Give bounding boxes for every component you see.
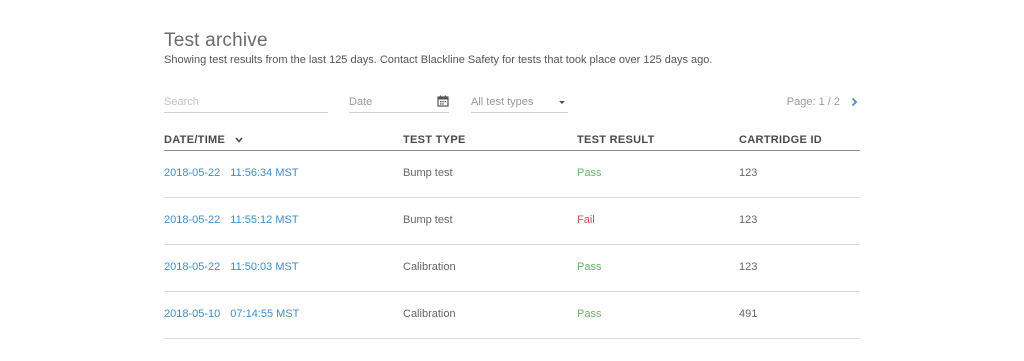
results-table: DATE/TIME TEST TYPE TEST RESULT CARTRIDG…: [164, 130, 860, 339]
time-text: 11:50:03 MST: [230, 261, 299, 273]
search-input[interactable]: [164, 92, 328, 113]
datetime-link[interactable]: 2018-05-10 07:14:55 MST: [164, 308, 299, 320]
test-result-cell: Pass: [577, 261, 602, 273]
date-text: 2018-05-22: [164, 167, 221, 179]
table-row: 2018-05-10 07:14:55 MST Calibration Pass …: [164, 292, 860, 339]
table-row: 2018-05-22 11:55:12 MST Bump test Fail 12…: [164, 198, 860, 245]
test-type-cell: Bump test: [403, 214, 453, 226]
chevron-down-icon[interactable]: [234, 137, 243, 143]
cartridge-id-cell: 123: [739, 261, 758, 273]
date-filter-label: Date: [349, 96, 373, 108]
table-row: 2018-05-22 11:56:34 MST Bump test Pass 12…: [164, 151, 860, 198]
column-header-cartridge-id: CARTRIDGE ID: [739, 134, 823, 146]
test-result-cell: Pass: [577, 308, 602, 320]
test-result-cell: Pass: [577, 167, 602, 179]
cartridge-id-cell: 491: [739, 308, 758, 320]
test-type-cell: Calibration: [403, 308, 456, 320]
date-filter[interactable]: Date: [349, 92, 449, 113]
test-type-select-label: All test types: [471, 96, 534, 108]
test-type-cell: Calibration: [403, 261, 456, 273]
test-archive-panel: Test archive Showing test results from t…: [164, 0, 860, 361]
datetime-link[interactable]: 2018-05-22 11:55:12 MST: [164, 214, 299, 226]
table-header: DATE/TIME TEST TYPE TEST RESULT CARTRIDG…: [164, 130, 860, 151]
test-type-select[interactable]: All test types: [471, 92, 568, 113]
test-type-cell: Bump test: [403, 167, 453, 179]
page-indicator: Page: 1 / 2: [786, 96, 840, 108]
date-text: 2018-05-22: [164, 261, 221, 273]
cartridge-id-cell: 123: [739, 167, 758, 179]
test-result-cell: Fail: [577, 214, 595, 226]
column-header-test-result: TEST RESULT: [577, 134, 655, 146]
column-header-label: DATE/TIME: [164, 134, 226, 146]
caret-down-icon: [559, 101, 565, 104]
time-text: 11:56:34 MST: [230, 167, 299, 179]
filter-bar: Date All test types Page: 1 / 2: [164, 92, 860, 114]
date-text: 2018-05-10: [164, 308, 221, 320]
column-header-datetime[interactable]: DATE/TIME: [164, 134, 243, 146]
date-text: 2018-05-22: [164, 214, 221, 226]
calendar-icon[interactable]: [437, 95, 449, 107]
column-header-test-type: TEST TYPE: [403, 134, 466, 146]
page-subtitle: Showing test results from the last 125 d…: [164, 54, 713, 66]
chevron-right-icon[interactable]: [851, 97, 858, 107]
page-title: Test archive: [164, 30, 268, 51]
pagination: Page: 1 / 2: [786, 96, 858, 108]
time-text: 07:14:55 MST: [230, 308, 300, 320]
datetime-link[interactable]: 2018-05-22 11:50:03 MST: [164, 261, 299, 273]
cartridge-id-cell: 123: [739, 214, 758, 226]
table-row: 2018-05-22 11:50:03 MST Calibration Pass …: [164, 245, 860, 292]
datetime-link[interactable]: 2018-05-22 11:56:34 MST: [164, 167, 299, 179]
time-text: 11:55:12 MST: [230, 214, 299, 226]
